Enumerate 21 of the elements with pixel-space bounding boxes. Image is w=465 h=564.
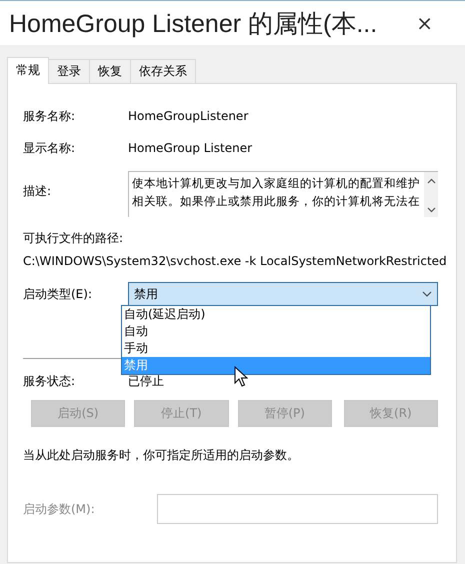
field-value: HomeGroup Listener [128, 141, 252, 155]
field-label: 服务名称: [23, 108, 76, 124]
path-label: 可执行文件的路径: [23, 230, 124, 246]
field-label: 启动类型(E): [23, 286, 93, 302]
field-label: 服务状态: [23, 372, 76, 390]
description-text: 使本地计算机更改与加入家庭组的计算机的配置和维护相关联。如果停止或禁用此服务，你的计算机将无法在 [131, 175, 421, 210]
field-label: 显示名称: [23, 140, 76, 156]
field-label: 启动参数(M): [23, 500, 96, 518]
close-button[interactable]: × [412, 11, 437, 35]
tab[interactable]: 依存关系 [130, 59, 196, 83]
field-label: 描述: [23, 182, 52, 200]
chevron-down-icon [422, 291, 432, 297]
startup-type-dropdown[interactable]: 禁用 [128, 282, 438, 306]
status-value: 已停止 [128, 372, 164, 390]
window-title: HomeGroup Listener 的属性(本... [9, 8, 378, 40]
field-value: HomeGroupListener [128, 109, 248, 123]
tab[interactable]: 常规 [7, 57, 49, 84]
hint-text: 当从此处启动服务时，你可指定所适用的启动参数。 [23, 447, 300, 464]
scroll-up-icon[interactable] [426, 178, 436, 184]
scroll-down-icon[interactable] [426, 207, 436, 213]
path-value: C:\WINDOWS\System32\svchost.exe -k LocalSystemNetworkRestricted [23, 254, 447, 268]
